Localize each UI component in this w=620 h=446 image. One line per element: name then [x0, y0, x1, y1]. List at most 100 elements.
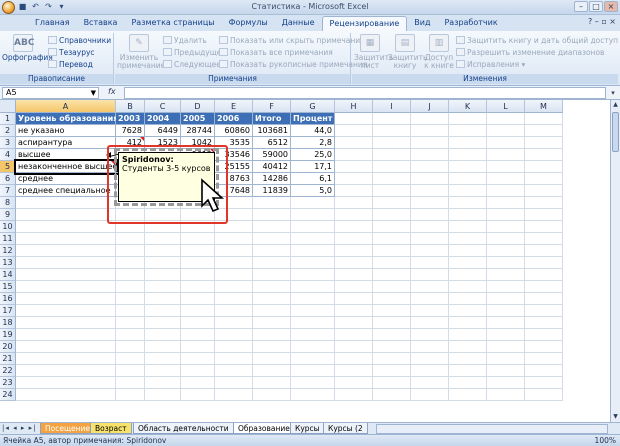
sheet-tab-visits[interactable]: Посещение: [40, 423, 96, 434]
row-header-21[interactable]: 21: [0, 353, 16, 365]
protect-book-button[interactable]: ▤ Защитить книгу: [388, 34, 427, 70]
row-header-1[interactable]: 1: [0, 113, 16, 125]
sheet-tab-age[interactable]: Возраст: [90, 423, 132, 434]
previous-comment-button[interactable]: Предыдущее: [163, 47, 226, 58]
tab-review[interactable]: Рецензирование: [321, 16, 408, 31]
row-header-23[interactable]: 23: [0, 377, 16, 389]
table-cell[interactable]: 59000: [253, 149, 291, 161]
row-header-17[interactable]: 17: [0, 305, 16, 317]
row-header-11[interactable]: 11: [0, 233, 16, 245]
row-header-16[interactable]: 16: [0, 293, 16, 305]
tab-home[interactable]: Главная: [28, 16, 77, 31]
vertical-scrollbar[interactable]: ▲ ▼: [610, 100, 620, 422]
table-header-cell[interactable]: Уровень образования: [16, 113, 118, 125]
table-cell[interactable]: 2,8: [291, 137, 335, 149]
scroll-down-icon[interactable]: ▼: [611, 412, 620, 422]
row-header-3[interactable]: 3: [0, 137, 16, 149]
row-header-4[interactable]: 4: [0, 149, 16, 161]
handbooks-button[interactable]: Справочники: [48, 35, 111, 46]
worksheet-grid[interactable]: A B C D E F G H I J K L M 1 2 3 4 5 6 7 8 9 10 11 12 13 14 15 16 17 18…: [0, 100, 610, 422]
horizontal-scrollbar[interactable]: [376, 424, 608, 434]
minimize-icon[interactable]: –: [574, 1, 588, 12]
row-header-8[interactable]: 8: [0, 197, 16, 209]
table-header-cell[interactable]: 2006: [215, 113, 253, 125]
show-ink-comments-button[interactable]: Показать рукописные примечания: [219, 59, 367, 70]
row-header-13[interactable]: 13: [0, 257, 16, 269]
row-header-12[interactable]: 12: [0, 245, 16, 257]
table-cell[interactable]: 25,0: [291, 149, 335, 161]
table-cell[interactable]: среднее специальное: [16, 185, 116, 197]
table-header-cell[interactable]: 2005: [181, 113, 215, 125]
row-header-15[interactable]: 15: [0, 281, 16, 293]
table-cell[interactable]: высшее: [16, 149, 116, 161]
row-header-6[interactable]: 6: [0, 173, 16, 185]
allow-ranges-button[interactable]: Разрешить изменение диапазонов: [456, 47, 604, 58]
column-header-k[interactable]: K: [449, 100, 487, 113]
table-cell[interactable]: 7628: [116, 125, 145, 137]
table-header-cell[interactable]: 2004: [145, 113, 181, 125]
column-header-f[interactable]: F: [253, 100, 291, 113]
table-cell[interactable]: 5,0: [291, 185, 335, 197]
table-cell[interactable]: незаконченное высшее: [14, 159, 118, 175]
column-header-l[interactable]: L: [487, 100, 525, 113]
table-cell[interactable]: 11839: [253, 185, 291, 197]
track-changes-button[interactable]: Исправления ▾: [456, 59, 525, 70]
tab-view[interactable]: Вид: [407, 16, 437, 31]
table-cell[interactable]: 40412: [253, 161, 291, 173]
expand-formula-bar-icon[interactable]: ▾: [608, 87, 618, 99]
row-header-14[interactable]: 14: [0, 269, 16, 281]
row-header-2[interactable]: 2: [0, 125, 16, 137]
column-header-c[interactable]: C: [145, 100, 181, 113]
row-header-10[interactable]: 10: [0, 221, 16, 233]
sheet-tab-activity[interactable]: Область деятельности: [133, 423, 234, 434]
insert-function-icon[interactable]: fx: [108, 87, 116, 96]
translate-button[interactable]: Перевод: [48, 59, 93, 70]
scroll-up-icon[interactable]: ▲: [611, 100, 620, 110]
tab-insert[interactable]: Вставка: [77, 16, 125, 31]
sheet-tab-courses[interactable]: Курсы: [290, 423, 325, 434]
delete-comment-button[interactable]: Удалить: [163, 35, 207, 46]
scroll-thumb[interactable]: [612, 112, 619, 152]
row-header-7[interactable]: 7: [0, 185, 16, 197]
protect-sheet-button[interactable]: ▦ Защитить лист: [354, 34, 393, 70]
table-cell[interactable]: среднее: [16, 173, 116, 185]
table-cell[interactable]: 14286: [253, 173, 291, 185]
share-book-button[interactable]: ▥ Доступ к книге: [424, 34, 454, 70]
table-cell[interactable]: 103681: [253, 125, 291, 137]
column-header-d[interactable]: D: [181, 100, 215, 113]
column-header-i[interactable]: I: [373, 100, 411, 113]
row-header-20[interactable]: 20: [0, 341, 16, 353]
column-header-j[interactable]: J: [411, 100, 449, 113]
table-header-cell[interactable]: Итого: [253, 113, 291, 125]
table-cell[interactable]: 6,1: [291, 173, 335, 185]
row-header-24[interactable]: 24: [0, 389, 16, 401]
show-hide-comment-button[interactable]: Показать или скрыть примечание: [219, 35, 365, 46]
select-all-corner[interactable]: [0, 100, 16, 113]
column-header-m[interactable]: M: [525, 100, 563, 113]
tab-developer[interactable]: Разработчик: [437, 16, 504, 31]
row-header-19[interactable]: 19: [0, 329, 16, 341]
column-header-h[interactable]: H: [335, 100, 373, 113]
sheet-tab-education[interactable]: Образование: [233, 423, 295, 434]
tab-data[interactable]: Данные: [275, 16, 322, 31]
tab-formulas[interactable]: Формулы: [222, 16, 275, 31]
table-cell[interactable]: не указано: [16, 125, 116, 137]
row-header-5[interactable]: 5: [0, 161, 16, 173]
next-comment-button[interactable]: Следующее: [163, 59, 221, 70]
show-all-comments-button[interactable]: Показать все примечания: [219, 47, 333, 58]
close-icon[interactable]: ×: [604, 1, 618, 12]
table-cell[interactable]: 44,0: [291, 125, 335, 137]
row-header-9[interactable]: 9: [0, 209, 16, 221]
column-header-b[interactable]: B: [116, 100, 145, 113]
row-header-22[interactable]: 22: [0, 365, 16, 377]
name-box[interactable]: A5 ▼: [2, 87, 99, 99]
row-header-18[interactable]: 18: [0, 317, 16, 329]
column-header-a[interactable]: A: [16, 100, 116, 113]
zoom-level[interactable]: 100%: [595, 436, 616, 445]
table-cell[interactable]: 6512: [253, 137, 291, 149]
tab-page-layout[interactable]: Разметка страницы: [124, 16, 221, 31]
sheet-nav-arrows[interactable]: |◂ ◂ ▸ ▸|: [2, 424, 36, 432]
table-cell[interactable]: 28744: [181, 125, 215, 137]
table-header-cell[interactable]: Процент: [291, 113, 335, 125]
formula-input[interactable]: [124, 87, 606, 99]
